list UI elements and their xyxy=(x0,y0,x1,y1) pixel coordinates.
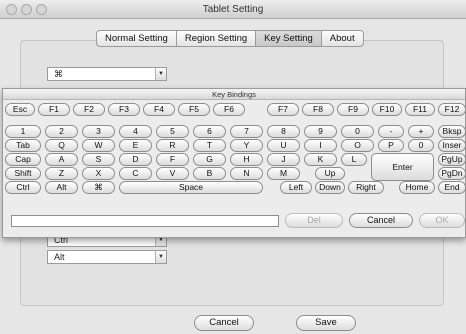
key-y[interactable]: Y xyxy=(230,139,263,152)
key-right[interactable]: Right xyxy=(348,181,384,194)
key-space[interactable]: Space xyxy=(119,181,263,194)
key-home[interactable]: Home xyxy=(399,181,435,194)
key-7[interactable]: 7 xyxy=(230,125,263,138)
key-d[interactable]: D xyxy=(119,153,152,166)
title-bar: Tablet Setting xyxy=(0,0,466,19)
modifier-combo-1-value: ⌘ xyxy=(54,69,63,79)
key-q[interactable]: Q xyxy=(45,139,78,152)
key-f5[interactable]: F5 xyxy=(178,103,210,116)
tablet-setting-window: Tablet Setting Normal Setting Region Set… xyxy=(0,0,466,334)
key-pgdn[interactable]: PgDn xyxy=(438,167,466,180)
key-u[interactable]: U xyxy=(267,139,300,152)
tab-bar: Normal Setting Region Setting Key Settin… xyxy=(96,30,364,47)
key-e[interactable]: E xyxy=(119,139,152,152)
modifier-combo-3[interactable]: Alt ▼ xyxy=(47,250,167,264)
popup-cancel-button[interactable]: Cancel xyxy=(349,213,413,228)
key-r[interactable]: R xyxy=(156,139,189,152)
key-f11[interactable]: F11 xyxy=(405,103,435,116)
key-bindings-popup: Key Bindings Esc F1 F2 F3 F4 F5 F6 F7 F8… xyxy=(2,88,466,238)
key-capslock[interactable]: Cap xyxy=(5,153,41,166)
key-h[interactable]: H xyxy=(230,153,263,166)
key-2[interactable]: 2 xyxy=(45,125,78,138)
key-f9[interactable]: F9 xyxy=(337,103,369,116)
key-tab[interactable]: Tab xyxy=(5,139,41,152)
key-f[interactable]: F xyxy=(156,153,189,166)
chevron-down-icon: ▼ xyxy=(155,68,166,80)
chevron-down-icon: ▼ xyxy=(155,251,166,263)
key-insert[interactable]: Inser xyxy=(438,139,466,152)
key-f8[interactable]: F8 xyxy=(302,103,334,116)
key-f6[interactable]: F6 xyxy=(213,103,245,116)
key-6[interactable]: 6 xyxy=(193,125,226,138)
key-end[interactable]: End xyxy=(438,181,466,194)
key-x[interactable]: X xyxy=(82,167,115,180)
key-n[interactable]: N xyxy=(230,167,263,180)
key-bindings-title: Key Bindings xyxy=(3,89,465,100)
tab-normal-setting[interactable]: Normal Setting xyxy=(97,31,177,46)
key-alt[interactable]: Alt xyxy=(45,181,78,194)
popup-ok-button[interactable]: OK xyxy=(419,213,465,228)
key-1[interactable]: 1 xyxy=(5,125,41,138)
tab-about[interactable]: About xyxy=(322,31,363,46)
key-enter[interactable]: Enter xyxy=(371,153,434,181)
key-s[interactable]: S xyxy=(82,153,115,166)
key-shift[interactable]: Shift xyxy=(5,167,41,180)
tab-key-setting[interactable]: Key Setting xyxy=(256,31,322,46)
modifier-combo-3-value: Alt xyxy=(54,252,65,262)
key-v[interactable]: V xyxy=(156,167,189,180)
key-f2[interactable]: F2 xyxy=(73,103,105,116)
key-g[interactable]: G xyxy=(193,153,226,166)
key-a[interactable]: A xyxy=(45,153,78,166)
window-title: Tablet Setting xyxy=(202,4,264,15)
key-command[interactable]: ⌘ xyxy=(82,181,115,194)
key-f4[interactable]: F4 xyxy=(143,103,175,116)
key-i[interactable]: I xyxy=(304,139,337,152)
key-f10[interactable]: F10 xyxy=(372,103,402,116)
key-f1[interactable]: F1 xyxy=(38,103,70,116)
key-plus[interactable]: + xyxy=(408,125,434,138)
key-j[interactable]: J xyxy=(267,153,300,166)
key-b[interactable]: B xyxy=(193,167,226,180)
key-left[interactable]: Left xyxy=(280,181,312,194)
key-f12[interactable]: F12 xyxy=(438,103,466,116)
key-binding-input[interactable] xyxy=(11,215,279,227)
key-c[interactable]: C xyxy=(119,167,152,180)
modifier-combo-1[interactable]: ⌘ ▼ xyxy=(47,67,167,81)
key-up[interactable]: Up xyxy=(315,167,345,180)
key-z[interactable]: Z xyxy=(45,167,78,180)
key-esc[interactable]: Esc xyxy=(5,103,35,116)
tab-region-setting[interactable]: Region Setting xyxy=(177,31,257,46)
key-l[interactable]: L xyxy=(341,153,367,166)
key-5[interactable]: 5 xyxy=(156,125,189,138)
key-0[interactable]: 0 xyxy=(341,125,374,138)
key-8[interactable]: 8 xyxy=(267,125,300,138)
key-o[interactable]: O xyxy=(341,139,374,152)
key-f3[interactable]: F3 xyxy=(108,103,140,116)
key-t[interactable]: T xyxy=(193,139,226,152)
key-w[interactable]: W xyxy=(82,139,115,152)
key-minus[interactable]: - xyxy=(378,125,404,138)
key-pgup[interactable]: PgUp xyxy=(438,153,466,166)
del-button[interactable]: Del xyxy=(285,213,343,228)
save-button[interactable]: Save xyxy=(296,315,356,331)
key-zero-alt[interactable]: 0 xyxy=(408,139,434,152)
key-f7[interactable]: F7 xyxy=(267,103,299,116)
key-3[interactable]: 3 xyxy=(82,125,115,138)
key-9[interactable]: 9 xyxy=(304,125,337,138)
key-k[interactable]: K xyxy=(304,153,337,166)
key-backspace[interactable]: Bksp xyxy=(438,125,466,138)
key-4[interactable]: 4 xyxy=(119,125,152,138)
key-ctrl[interactable]: Ctrl xyxy=(5,181,41,194)
cancel-button[interactable]: Cancel xyxy=(194,315,254,331)
key-down[interactable]: Down xyxy=(315,181,345,194)
key-p[interactable]: P xyxy=(378,139,404,152)
key-m[interactable]: M xyxy=(267,167,300,180)
